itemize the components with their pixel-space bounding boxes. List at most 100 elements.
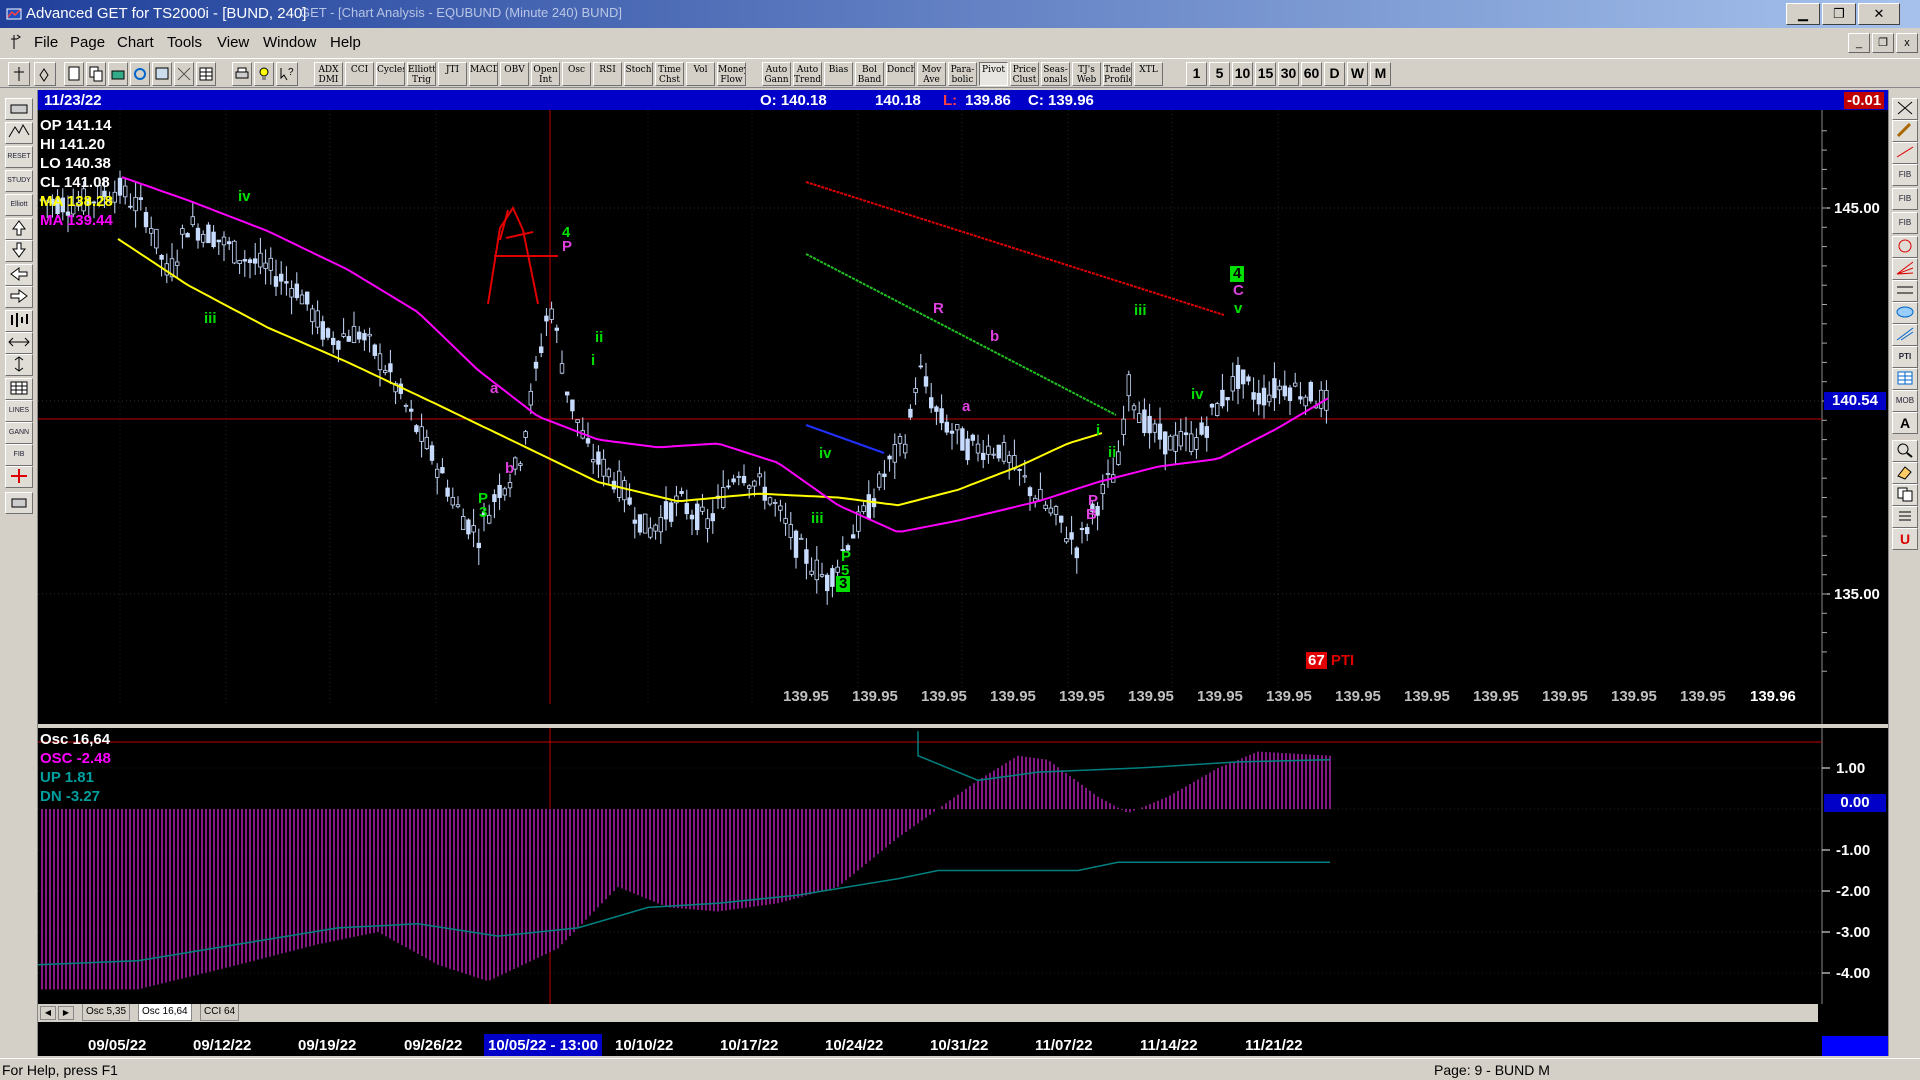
- link-button[interactable]: [130, 62, 150, 86]
- new-button[interactable]: [64, 62, 84, 86]
- indicator-stoch-button[interactable]: Stoch: [624, 62, 653, 86]
- wave-tool-button[interactable]: [5, 122, 33, 144]
- pencil-tool-button[interactable]: [1892, 120, 1918, 142]
- indicator-obv-button[interactable]: OBV: [500, 62, 529, 86]
- zoom-tool-button[interactable]: [1892, 440, 1918, 462]
- indicator-macd-button[interactable]: MACD: [469, 62, 498, 86]
- mob-button[interactable]: MOB: [1892, 390, 1918, 412]
- settings-button[interactable]: [254, 62, 274, 86]
- open-button[interactable]: [108, 62, 128, 86]
- indicator-cycles-button[interactable]: Cycles: [376, 62, 405, 86]
- fib-retracement-button[interactable]: FIB RET: [1892, 164, 1918, 186]
- mdi-minimize-button[interactable]: _: [1848, 33, 1870, 53]
- pitchfork-tool-button[interactable]: [1892, 324, 1918, 346]
- context-help-button[interactable]: ?: [276, 62, 298, 86]
- menu-view[interactable]: View: [217, 34, 249, 51]
- indicator-osc-button[interactable]: Osc: [562, 62, 591, 86]
- cross-tool-button[interactable]: [1892, 98, 1918, 120]
- trendline-tool-button[interactable]: [1892, 142, 1918, 164]
- minimize-button[interactable]: ▁: [1786, 3, 1820, 25]
- menu-tools[interactable]: Tools: [167, 34, 202, 51]
- tab-scroll-left-button[interactable]: ◀: [40, 1006, 56, 1020]
- arrow-down-button[interactable]: [5, 240, 33, 262]
- fib-button[interactable]: FIB: [5, 444, 33, 466]
- elliott-button[interactable]: Elliott: [5, 194, 33, 216]
- print-button[interactable]: [232, 62, 252, 86]
- chart-window-button[interactable]: [152, 62, 172, 86]
- text-tool-button[interactable]: A: [1892, 412, 1918, 434]
- tab-cci-64[interactable]: CCI 64: [200, 1004, 240, 1021]
- indicator-time-chst-button[interactable]: Time Chst: [655, 62, 684, 86]
- compress-button[interactable]: [5, 332, 33, 354]
- indicator-elliott-trig-button[interactable]: Elliott Trig: [407, 62, 436, 86]
- interval-w-button[interactable]: W: [1347, 62, 1368, 86]
- indicator-adx-dmi-button[interactable]: ADX DMI: [314, 62, 343, 86]
- interval-d-button[interactable]: D: [1324, 62, 1345, 86]
- circle-tool-button[interactable]: [1892, 236, 1918, 258]
- arrow-left-button[interactable]: [5, 264, 33, 286]
- indicator-open-int-button[interactable]: Open Int: [531, 62, 560, 86]
- study-mov-ave-button[interactable]: Mov Ave: [917, 62, 946, 86]
- pointer-tool-button[interactable]: [8, 62, 30, 86]
- print-chart-button[interactable]: [5, 98, 33, 120]
- study-donch-button[interactable]: Donch: [886, 62, 915, 86]
- fan-tool-button[interactable]: [1892, 258, 1918, 280]
- hand-tool-button[interactable]: [34, 62, 56, 86]
- indicator-vol-button[interactable]: Vol: [686, 62, 715, 86]
- grid-button[interactable]: [174, 62, 194, 86]
- reset-button[interactable]: RESET: [5, 146, 33, 168]
- gann-button[interactable]: GANN: [5, 422, 33, 444]
- zoom-button[interactable]: [5, 354, 33, 376]
- grid-toggle-button[interactable]: [5, 378, 33, 400]
- menu-page[interactable]: Page: [70, 34, 105, 51]
- oscillator-chart[interactable]: 1.00 -1.00 -2.00 -3.00 -4.00: [38, 728, 1888, 1004]
- study-seas-onals-button[interactable]: Seas- onals: [1041, 62, 1070, 86]
- undo-tool-button[interactable]: U: [1892, 528, 1918, 550]
- mdi-close-button[interactable]: x: [1896, 33, 1918, 53]
- interval-1-button[interactable]: 1: [1186, 62, 1207, 86]
- table-button[interactable]: [196, 62, 216, 86]
- copy-button[interactable]: [86, 62, 106, 86]
- fib-extension-button[interactable]: FIB EXT: [1892, 188, 1918, 210]
- copy-tool-button[interactable]: [1892, 484, 1918, 506]
- list-tool-button[interactable]: [1892, 506, 1918, 528]
- pti-button[interactable]: PTI: [1892, 346, 1918, 368]
- study-auto-gann-button[interactable]: Auto Gann: [762, 62, 791, 86]
- erase-tool-button[interactable]: [1892, 462, 1918, 484]
- mdi-restore-button[interactable]: ❐: [1872, 33, 1894, 53]
- fib-time-button[interactable]: FIB TIME: [1892, 212, 1918, 234]
- print-small-button[interactable]: [5, 492, 33, 514]
- lines-button[interactable]: LINES: [5, 400, 33, 422]
- interval-m-button[interactable]: M: [1370, 62, 1391, 86]
- indicator-money-flow-button[interactable]: Money Flow: [717, 62, 746, 86]
- study-xtl-button[interactable]: XTL: [1134, 62, 1163, 86]
- arrow-right-button[interactable]: [5, 286, 33, 308]
- arrow-up-button[interactable]: [5, 218, 33, 240]
- tab-scroll-right-button[interactable]: ▶: [58, 1006, 74, 1020]
- study-button[interactable]: STUDY: [5, 170, 33, 192]
- study-bias-button[interactable]: Bias: [824, 62, 853, 86]
- indicator-cci-button[interactable]: CCI: [345, 62, 374, 86]
- study-pivot-button[interactable]: Pivot: [979, 62, 1008, 86]
- menu-window[interactable]: Window: [263, 34, 316, 51]
- menu-file[interactable]: File: [34, 34, 58, 51]
- study-bol-band-button[interactable]: Bol Band: [855, 62, 884, 86]
- study-trade-profile-button[interactable]: Trade Profile: [1103, 62, 1132, 86]
- menu-help[interactable]: Help: [330, 34, 361, 51]
- indicator-jti-button[interactable]: JTI: [438, 62, 467, 86]
- study-auto-trend-button[interactable]: Auto Trend: [793, 62, 822, 86]
- interval-30-button[interactable]: 30: [1278, 62, 1299, 86]
- interval-5-button[interactable]: 5: [1209, 62, 1230, 86]
- date-axis-scroll-block[interactable]: [1822, 1036, 1888, 1056]
- study-para-bolic-button[interactable]: Para- bolic: [948, 62, 977, 86]
- bars-button[interactable]: [5, 310, 33, 332]
- close-button[interactable]: ✕: [1858, 3, 1900, 25]
- ellipse-tool-button[interactable]: [1892, 302, 1918, 324]
- tab-osc-16-64[interactable]: Osc 16,64: [138, 1004, 192, 1021]
- menu-chart[interactable]: Chart: [117, 34, 154, 51]
- interval-15-button[interactable]: 15: [1255, 62, 1276, 86]
- table-tool-button[interactable]: [1892, 368, 1918, 390]
- channel-tool-button[interactable]: [1892, 280, 1918, 302]
- interval-10-button[interactable]: 10: [1232, 62, 1253, 86]
- study-price-clust-button[interactable]: Price Clust: [1010, 62, 1039, 86]
